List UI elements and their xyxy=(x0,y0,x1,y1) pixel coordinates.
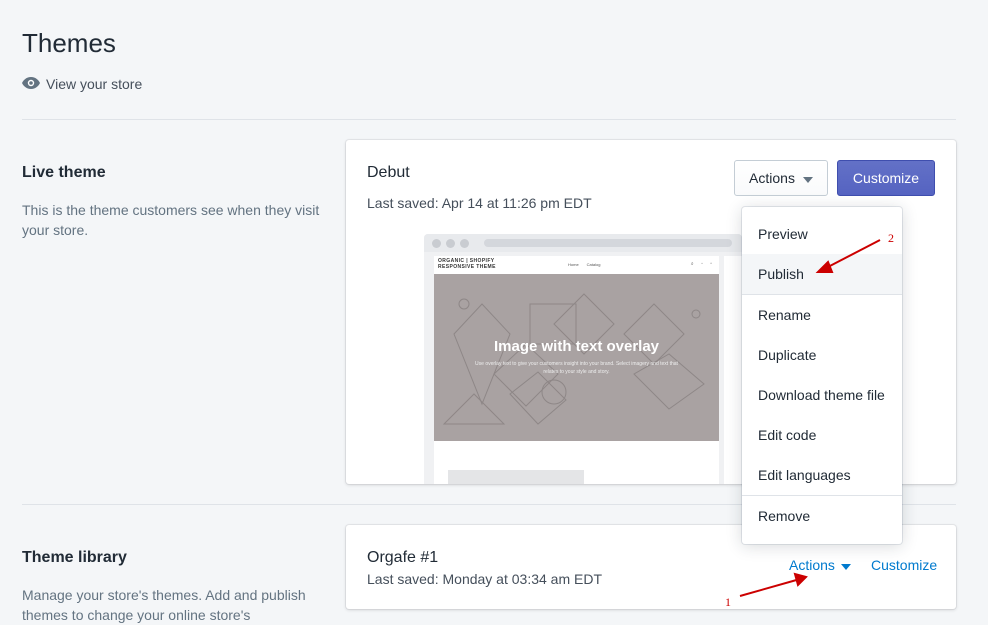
menu-item-edit-code[interactable]: Edit code xyxy=(742,415,902,455)
menu-item-rename[interactable]: Rename xyxy=(742,295,902,335)
preview-hero: Image with text overlay Use overlay text… xyxy=(434,274,719,441)
preview-hero-title: Image with text overlay xyxy=(493,338,660,355)
annotation-label-1: 1 xyxy=(725,595,731,609)
hero-pattern xyxy=(442,293,705,425)
menu-item-remove[interactable]: Remove xyxy=(742,496,902,536)
menu-item-preview[interactable]: Preview xyxy=(742,214,902,254)
live-theme-description: This is the theme customers see when the… xyxy=(22,202,320,238)
library-theme-last-saved: Last saved: Monday at 03:34 am EDT xyxy=(367,571,603,587)
library-actions-label: Actions xyxy=(789,557,835,573)
divider xyxy=(22,119,956,120)
menu-item-download-theme-file[interactable]: Download theme file xyxy=(742,375,902,415)
preview-header-icons: ⌕ ◦ ▫ xyxy=(690,261,715,267)
window-dot xyxy=(446,239,455,248)
library-customize-link[interactable]: Customize xyxy=(871,557,937,573)
eye-icon xyxy=(22,76,40,92)
actions-dropdown-menu: Preview Publish Rename Duplicate Downloa… xyxy=(742,207,902,544)
menu-item-edit-languages[interactable]: Edit languages xyxy=(742,455,902,495)
window-dot xyxy=(460,239,469,248)
live-theme-heading: Live theme xyxy=(22,164,106,181)
actions-button-label: Actions xyxy=(749,170,795,186)
library-theme-name: Orgafe #1 xyxy=(367,549,439,566)
caret-down-icon xyxy=(802,170,813,186)
browser-bar xyxy=(424,234,742,252)
page-title: Themes xyxy=(22,28,116,58)
theme-preview[interactable]: ORGANIC | SHOPIFY RESPONSIVE THEME Home … xyxy=(424,234,742,484)
preview-hero-subtitle: Use overlay text to give your customers … xyxy=(475,361,678,375)
preview-nav: Home Catalog xyxy=(568,262,601,267)
library-actions-link[interactable]: Actions xyxy=(789,557,851,573)
view-store-link[interactable]: View your store xyxy=(22,76,142,92)
live-theme-name: Debut xyxy=(367,164,410,181)
actions-button[interactable]: Actions xyxy=(734,160,828,196)
url-bar xyxy=(484,239,732,247)
preview-placeholder-block xyxy=(448,470,584,484)
customize-button[interactable]: Customize xyxy=(837,160,935,196)
live-theme-last-saved: Last saved: Apr 14 at 11:26 pm EDT xyxy=(367,195,592,211)
view-store-label: View your store xyxy=(46,76,143,92)
preview-brand: ORGANIC | SHOPIFY RESPONSIVE THEME xyxy=(438,258,496,270)
annotation-label-2: 2 xyxy=(888,231,894,245)
theme-library-heading: Theme library xyxy=(22,549,127,566)
preview-side-panel xyxy=(724,256,742,484)
preview-site: ORGANIC | SHOPIFY RESPONSIVE THEME Home … xyxy=(434,256,719,484)
menu-item-publish[interactable]: Publish xyxy=(742,254,902,294)
caret-down-icon xyxy=(840,557,851,573)
menu-item-duplicate[interactable]: Duplicate xyxy=(742,335,902,375)
window-dot xyxy=(432,239,441,248)
theme-library-description: Manage your store's themes. Add and publ… xyxy=(22,587,306,623)
